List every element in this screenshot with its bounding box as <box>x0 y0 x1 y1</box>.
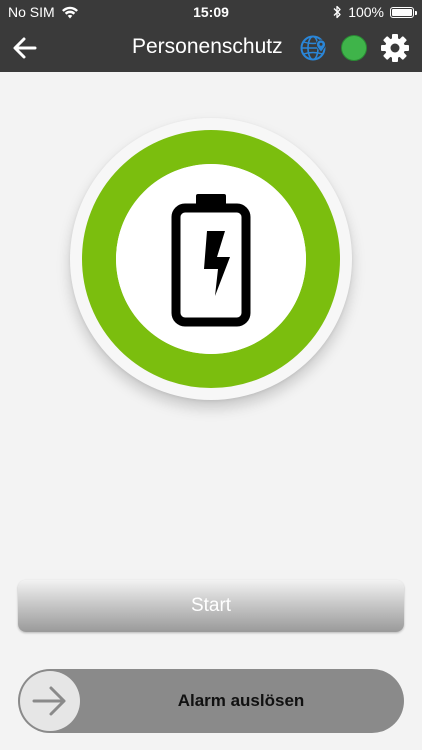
bluetooth-icon <box>333 5 341 19</box>
top-bar: No SIM 15:09 100% Personenschutz <box>0 0 422 72</box>
arrow-right-icon <box>32 686 66 716</box>
slider-knob[interactable] <box>20 671 80 731</box>
battery-percent: 100% <box>348 4 384 20</box>
alarm-slider[interactable]: Alarm auslösen <box>18 669 404 733</box>
page-title: Personenschutz <box>132 35 283 58</box>
connection-status-dot <box>341 35 367 61</box>
battery-icon <box>390 6 417 18</box>
status-bar: No SIM 15:09 100% <box>0 0 422 24</box>
status-ring <box>70 118 352 400</box>
alarm-label: Alarm auslösen <box>177 691 305 710</box>
status-right: 100% <box>332 4 417 20</box>
globe-location-icon[interactable] <box>299 33 329 63</box>
nav-bar: Personenschutz <box>0 24 422 72</box>
back-arrow-icon[interactable] <box>10 34 40 62</box>
start-button[interactable]: Start <box>18 580 404 632</box>
status-ring-graphic <box>82 130 340 388</box>
gear-icon[interactable] <box>380 33 410 63</box>
